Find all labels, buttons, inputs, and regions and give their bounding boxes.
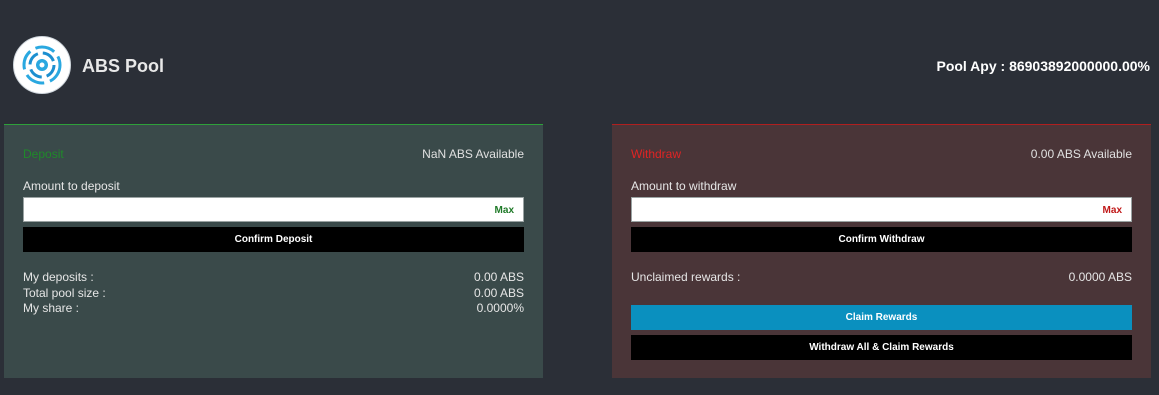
abs-swirl-logo-icon xyxy=(13,36,71,94)
stat-total-pool-size: Total pool size : 0.00 ABS xyxy=(23,286,524,302)
deposit-max-button[interactable]: Max xyxy=(495,205,514,216)
deposit-input-wrapper: Max xyxy=(23,197,524,222)
withdraw-amount-label: Amount to withdraw xyxy=(631,179,737,193)
withdraw-amount-input[interactable] xyxy=(632,198,1131,221)
deposit-available-balance: NaN ABS Available xyxy=(422,147,524,161)
stat-value: 0.0000 ABS xyxy=(1068,270,1132,284)
confirm-withdraw-button[interactable]: Confirm Withdraw xyxy=(631,227,1132,252)
app-header: ABS Pool Pool Apy : 86903892000000.00% xyxy=(0,0,1159,120)
stat-label: My deposits : xyxy=(23,270,94,284)
app-title: ABS Pool xyxy=(82,56,165,76)
withdraw-all-claim-button[interactable]: Withdraw All & Claim Rewards xyxy=(631,335,1132,360)
stat-label: Total pool size : xyxy=(23,286,106,300)
withdraw-input-wrapper: Max xyxy=(631,197,1132,222)
deposit-amount-input[interactable] xyxy=(24,198,523,221)
stat-value: 0.00 ABS xyxy=(473,286,524,300)
stat-label: My share : xyxy=(23,301,80,315)
stat-my-share: My share : 0.0000% xyxy=(23,301,524,317)
stat-value: 0.00 ABS xyxy=(473,270,524,284)
withdraw-panel: Withdraw 0.00 ABS Available Amount to wi… xyxy=(612,124,1151,378)
deposit-amount-label: Amount to deposit xyxy=(23,179,120,193)
deposit-panel: Deposit NaN ABS Available Amount to depo… xyxy=(4,124,543,378)
tab-withdraw[interactable]: Withdraw xyxy=(631,147,681,161)
pool-apy-text: Pool Apy : 86903892000000.00% xyxy=(936,58,1150,74)
tab-deposit[interactable]: Deposit xyxy=(23,147,64,161)
stat-unclaimed-rewards: Unclaimed rewards : 0.0000 ABS xyxy=(631,270,1132,286)
claim-rewards-button[interactable]: Claim Rewards xyxy=(631,305,1132,330)
withdraw-panel-header: Withdraw 0.00 ABS Available xyxy=(631,147,1132,163)
deposit-panel-header: Deposit NaN ABS Available xyxy=(23,147,524,163)
stat-label: Unclaimed rewards : xyxy=(631,270,741,284)
confirm-deposit-button[interactable]: Confirm Deposit xyxy=(23,227,524,252)
withdraw-available-balance: 0.00 ABS Available xyxy=(1030,147,1132,161)
stat-my-deposits: My deposits : 0.00 ABS xyxy=(23,270,524,286)
withdraw-max-button[interactable]: Max xyxy=(1103,205,1122,216)
stat-value: 0.0000% xyxy=(476,301,524,315)
